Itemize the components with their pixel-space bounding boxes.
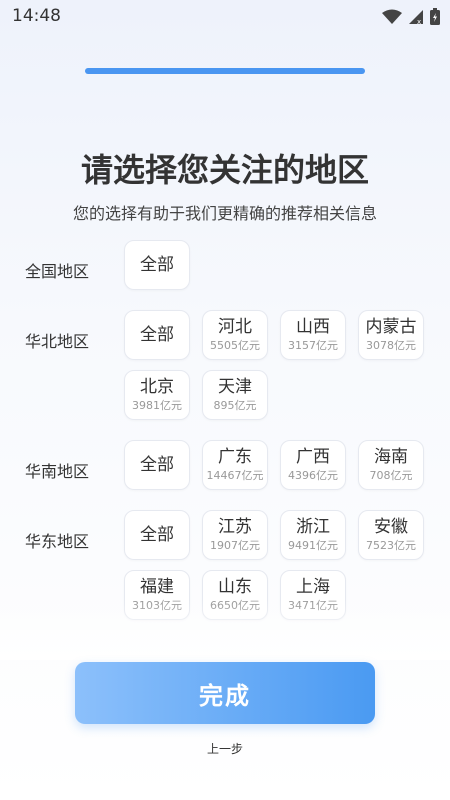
region-option-name: 安徽 (374, 517, 408, 537)
battery-icon (430, 8, 440, 25)
region-option-amount: 4396亿元 (288, 469, 338, 482)
region-option-amount: 3981亿元 (132, 399, 182, 412)
region-option-amount: 3157亿元 (288, 339, 338, 352)
region-option-amount: 895亿元 (213, 399, 257, 412)
region-group: 华南地区 全部 广东 14467亿元 广西 4396亿元 海南 708亿元 (0, 440, 450, 500)
back-link[interactable]: 上一步 (0, 740, 450, 757)
progress-fill (85, 68, 365, 74)
finish-button[interactable]: 完成 (75, 662, 375, 724)
progress-bar (85, 68, 365, 74)
region-group: 华北地区 全部 河北 5505亿元 山西 3157亿元 内蒙古 3078亿元北京 3981亿元 天… (0, 310, 450, 430)
region-option-name: 福建 (140, 577, 174, 597)
region-option-name: 广西 (296, 447, 330, 467)
list-fade (0, 600, 450, 660)
region-option[interactable]: 天津 895亿元 (202, 370, 268, 420)
region-option-name: 山西 (296, 317, 330, 337)
region-option-name: 全部 (140, 255, 174, 275)
region-option-name: 全部 (140, 455, 174, 475)
signal-icon: x (409, 9, 423, 25)
region-option[interactable]: 广西 4396亿元 (280, 440, 346, 490)
page-subtitle: 您的选择有助于我们更精确的推荐相关信息 (72, 204, 377, 223)
region-option[interactable]: 全部 (124, 310, 190, 360)
region-option-amount: 9491亿元 (288, 539, 338, 552)
region-option[interactable]: 海南 708亿元 (358, 440, 424, 490)
region-group: 全国地区 全部 (0, 240, 450, 300)
region-option-name: 山东 (218, 577, 252, 597)
status-bar: 14:48 x (0, 0, 450, 32)
region-option[interactable]: 浙江 9491亿元 (280, 510, 346, 560)
region-option[interactable]: 北京 3981亿元 (124, 370, 190, 420)
region-option[interactable]: 全部 (124, 440, 190, 490)
system-icons: x (382, 8, 440, 25)
region-option[interactable]: 广东 14467亿元 (202, 440, 268, 490)
region-option-amount: 5505亿元 (210, 339, 260, 352)
region-option[interactable]: 内蒙古 3078亿元 (358, 310, 424, 360)
region-option-name: 全部 (140, 325, 174, 345)
region-label: 华东地区 (25, 532, 90, 551)
svg-text:x: x (417, 18, 421, 25)
region-label: 华北地区 (25, 332, 90, 351)
region-option-name: 河北 (218, 317, 252, 337)
page-title: 请选择您关注的地区 (80, 151, 369, 189)
region-option[interactable]: 江苏 1907亿元 (202, 510, 268, 560)
region-option[interactable]: 安徽 7523亿元 (358, 510, 424, 560)
region-option-amount: 3078亿元 (366, 339, 416, 352)
region-option-name: 浙江 (296, 517, 330, 537)
wifi-icon (382, 9, 402, 24)
region-label: 华南地区 (25, 462, 90, 481)
region-option[interactable]: 全部 (124, 240, 190, 290)
region-option[interactable]: 山西 3157亿元 (280, 310, 346, 360)
region-chips: 全部 (124, 240, 434, 300)
region-list[interactable]: 全国地区 全部 华北地区 全部 河北 5505亿元 山西 3157亿元 内蒙古 3078亿元 北京 3… (0, 240, 450, 648)
region-chips: 全部 河北 5505亿元 山西 3157亿元 内蒙古 3078亿元北京 3981亿元 天津 895… (124, 310, 434, 430)
region-option-name: 江苏 (218, 517, 252, 537)
region-option-name: 内蒙古 (365, 317, 417, 337)
region-option-name: 海南 (374, 447, 408, 467)
region-option-name: 上海 (296, 577, 330, 597)
region-option-name: 全部 (140, 525, 174, 545)
region-option-amount: 1907亿元 (210, 539, 260, 552)
status-time: 14:48 (12, 6, 61, 26)
region-option-amount: 7523亿元 (366, 539, 416, 552)
region-option-amount: 708亿元 (369, 469, 413, 482)
region-option-name: 北京 (140, 377, 174, 397)
region-option[interactable]: 全部 (124, 510, 190, 560)
region-option-amount: 14467亿元 (206, 469, 264, 482)
region-option[interactable]: 河北 5505亿元 (202, 310, 268, 360)
region-option-name: 广东 (218, 447, 252, 467)
region-chips: 全部 广东 14467亿元 广西 4396亿元 海南 708亿元 (124, 440, 434, 500)
region-option-name: 天津 (218, 377, 252, 397)
region-label: 全国地区 (25, 262, 90, 281)
